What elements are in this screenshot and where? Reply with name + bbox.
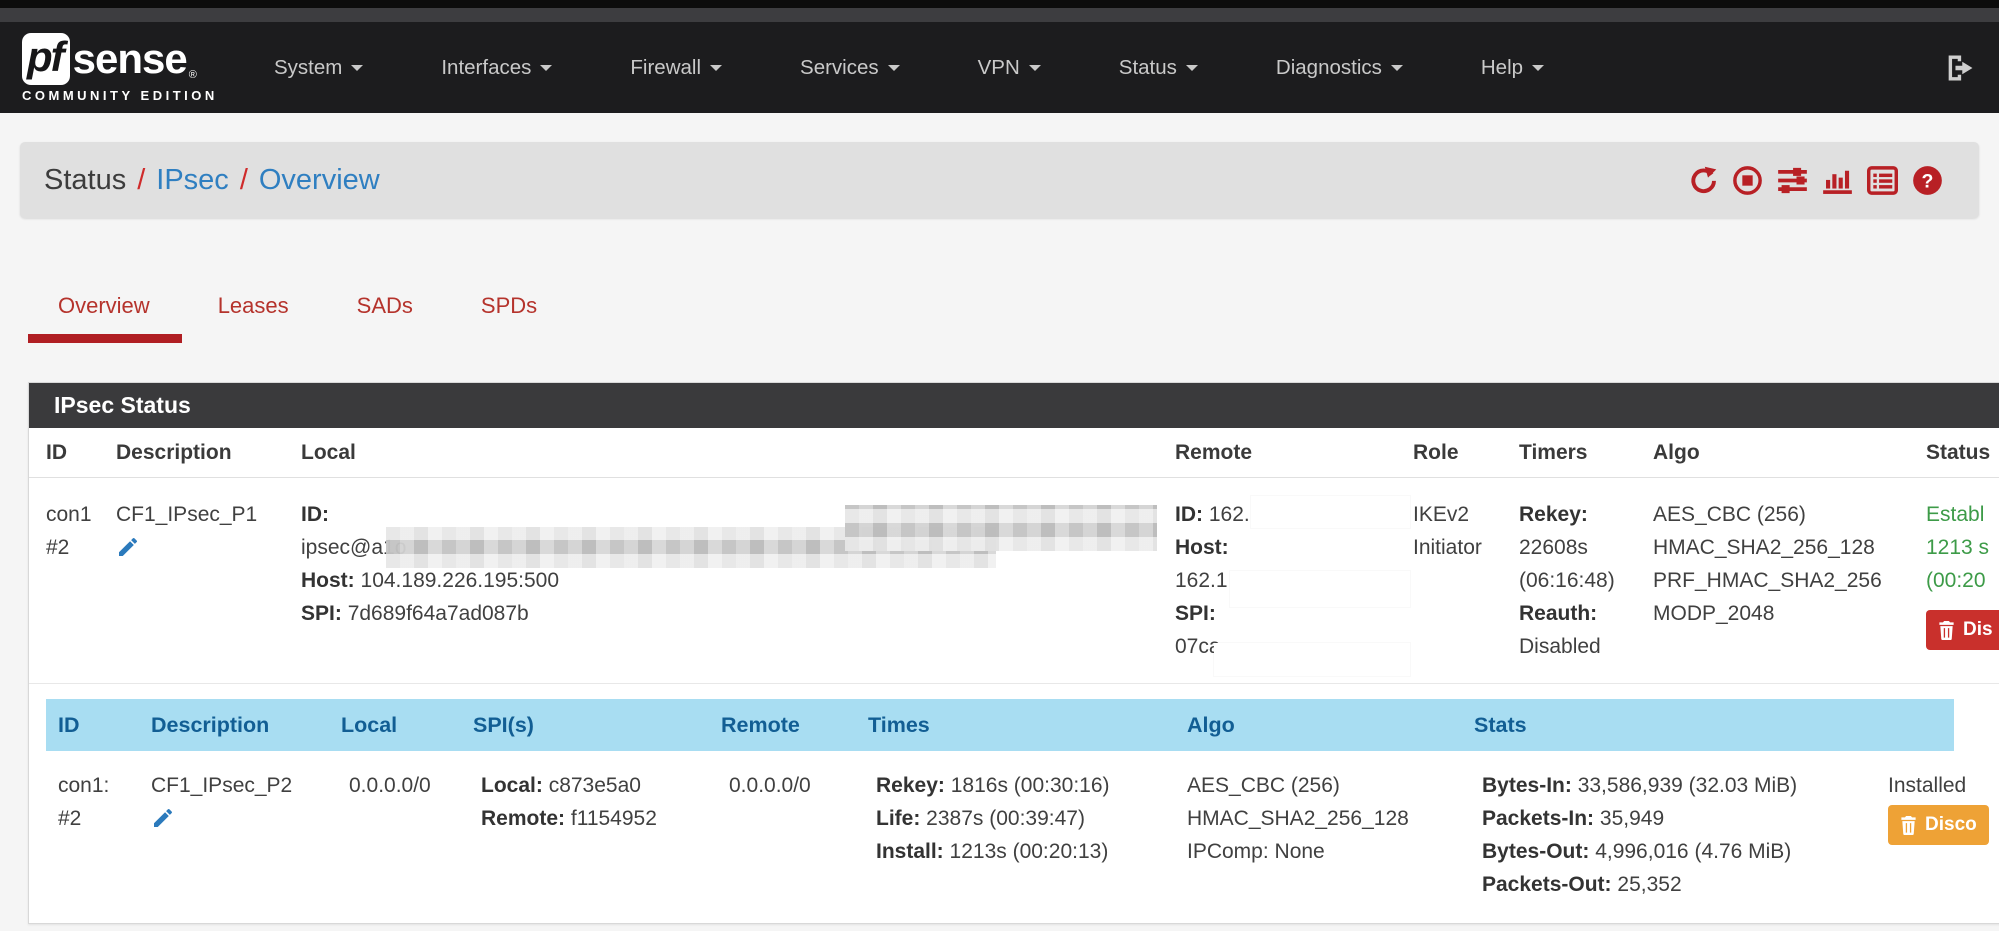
- sliders-icon[interactable]: [1777, 165, 1808, 196]
- menu-services[interactable]: Services: [800, 56, 900, 80]
- status-installed: Installed: [1888, 769, 1999, 802]
- edit-pencil-icon[interactable]: [151, 806, 175, 840]
- child-sa-table-row: con1: #2 CF1_IPsec_P2 0.0.0.0/0 Local: c…: [46, 751, 1999, 901]
- ike-status-cell: Establ 1213 s (00:20 Dis: [1918, 478, 1999, 683]
- svg-text:?: ?: [1922, 170, 1934, 192]
- child-remote-cell: 0.0.0.0/0: [721, 769, 868, 901]
- breadcrumb: Status / IPsec / Overview: [44, 164, 380, 197]
- child-algo-cell: AES_CBC (256) HMAC_SHA2_256_128 IPComp: …: [1187, 769, 1474, 901]
- chevron-down-icon: [1532, 65, 1544, 71]
- ipsec-status-panel: IPsec Status ID Description Local Remote…: [28, 382, 1999, 924]
- sign-out-icon[interactable]: [1943, 51, 1977, 85]
- col-status: Status: [1918, 441, 1999, 465]
- breadcrumb-link-ipsec[interactable]: IPsec: [156, 164, 229, 197]
- disconnect-button[interactable]: Dis: [1926, 610, 1999, 650]
- logo-edition-text: COMMUNITY EDITION: [22, 88, 250, 103]
- menu-vpn[interactable]: VPN: [978, 56, 1041, 80]
- menu-system[interactable]: System: [274, 56, 363, 80]
- trash-icon: [1938, 621, 1955, 640]
- menu-interfaces[interactable]: Interfaces: [441, 56, 552, 80]
- col-algo: Algo: [1187, 713, 1474, 738]
- trash-icon: [1900, 816, 1917, 835]
- chevron-down-icon: [351, 65, 363, 71]
- col-id: ID: [46, 441, 116, 465]
- logo-pf-mark: pf: [22, 33, 70, 85]
- logo-sense-text: sense: [73, 35, 187, 83]
- redacted-local-id: [845, 505, 1157, 551]
- breadcrumb-bar: Status / IPsec / Overview ?: [20, 142, 1979, 218]
- col-description: Description: [151, 713, 341, 738]
- top-strip-secondary: [0, 8, 1999, 22]
- ike-description-cell: CF1_IPsec_P1: [116, 478, 301, 683]
- menu-firewall[interactable]: Firewall: [630, 56, 722, 80]
- top-strip: [0, 0, 1999, 8]
- col-stats: Stats: [1474, 713, 1888, 738]
- menu-status[interactable]: Status: [1119, 56, 1198, 80]
- chevron-down-icon: [540, 65, 552, 71]
- child-spis-cell: Local: c873e5a0 Remote: f1154952: [473, 769, 721, 901]
- child-sa-section: ID Description Local SPI(s) Remote Times…: [29, 684, 1999, 923]
- col-times: Times: [868, 713, 1187, 738]
- chevron-down-icon: [1029, 65, 1041, 71]
- breadcrumb-separator: /: [137, 164, 145, 197]
- col-description: Description: [116, 441, 301, 465]
- breadcrumb-section: Status: [44, 164, 126, 197]
- tab-sads[interactable]: SADs: [327, 283, 445, 343]
- col-timers: Timers: [1511, 441, 1645, 465]
- chevron-down-icon: [710, 65, 722, 71]
- breadcrumb-link-overview[interactable]: Overview: [259, 164, 380, 197]
- stop-icon[interactable]: [1732, 165, 1763, 196]
- refresh-icon[interactable]: [1687, 165, 1718, 196]
- redacted-remote-spi: [1214, 643, 1410, 676]
- chevron-down-icon: [1391, 65, 1403, 71]
- child-description-cell: CF1_IPsec_P2: [151, 769, 341, 901]
- child-sa-table-header: ID Description Local SPI(s) Remote Times…: [46, 699, 1954, 751]
- breadcrumb-actions: ?: [1687, 165, 1955, 196]
- redacted-remote-host: [1230, 571, 1410, 607]
- child-times-cell: Rekey: 1816s (00:30:16) Life: 2387s (00:…: [868, 769, 1187, 901]
- status-established: Establ: [1926, 498, 1999, 531]
- list-log-icon[interactable]: [1867, 165, 1898, 196]
- main-menu: System Interfaces Firewall Services VPN …: [274, 56, 1544, 80]
- col-id: ID: [46, 713, 151, 738]
- chevron-down-icon: [1186, 65, 1198, 71]
- ike-table-row: con1 #2 CF1_IPsec_P1 ID: ipsec@a1o Host:…: [29, 478, 1999, 684]
- page-tabs: Overview Leases SADs SPDs: [28, 283, 569, 343]
- redacted-remote-id: [1251, 496, 1410, 528]
- chevron-down-icon: [888, 65, 900, 71]
- child-stats-cell: Bytes-In: 33,586,939 (32.03 MiB) Packets…: [1474, 769, 1888, 901]
- col-algo: Algo: [1645, 441, 1918, 465]
- help-icon[interactable]: ?: [1912, 165, 1943, 196]
- logo-registered-mark: ®: [189, 69, 197, 81]
- edit-pencil-icon[interactable]: [116, 535, 140, 569]
- tab-overview[interactable]: Overview: [28, 283, 182, 343]
- ike-role-cell: IKEv2 Initiator: [1405, 478, 1511, 683]
- col-local: Local: [301, 441, 1167, 465]
- child-id-cell: con1: #2: [46, 769, 151, 901]
- child-local-cell: 0.0.0.0/0: [341, 769, 473, 901]
- tab-leases[interactable]: Leases: [188, 283, 321, 343]
- ike-id-cell: con1 #2: [46, 478, 116, 683]
- col-spis: SPI(s): [473, 713, 721, 738]
- ike-table-header: ID Description Local Remote Role Timers …: [29, 428, 1999, 478]
- menu-help[interactable]: Help: [1481, 56, 1544, 80]
- col-local: Local: [341, 713, 473, 738]
- breadcrumb-separator: /: [240, 164, 248, 197]
- col-remote: Remote: [721, 713, 868, 738]
- top-navbar: pf sense ® COMMUNITY EDITION System Inte…: [0, 22, 1999, 113]
- pfsense-logo[interactable]: pf sense ® COMMUNITY EDITION: [22, 33, 250, 103]
- tab-spds[interactable]: SPDs: [451, 283, 569, 343]
- disconnect-child-button[interactable]: Disco: [1888, 805, 1989, 845]
- pfsense-ipsec-overview-page: pf sense ® COMMUNITY EDITION System Inte…: [0, 0, 1999, 931]
- bar-chart-icon[interactable]: [1822, 165, 1853, 196]
- col-role: Role: [1405, 441, 1511, 465]
- ike-algo-cell: AES_CBC (256) HMAC_SHA2_256_128 PRF_HMAC…: [1645, 478, 1918, 683]
- child-status-cell: Installed Disco: [1888, 769, 1999, 901]
- panel-title: IPsec Status: [29, 383, 1999, 428]
- ike-timers-cell: Rekey: 22608s (06:16:48) Reauth: Disable…: [1511, 478, 1645, 683]
- menu-diagnostics[interactable]: Diagnostics: [1276, 56, 1403, 80]
- col-remote: Remote: [1167, 441, 1405, 465]
